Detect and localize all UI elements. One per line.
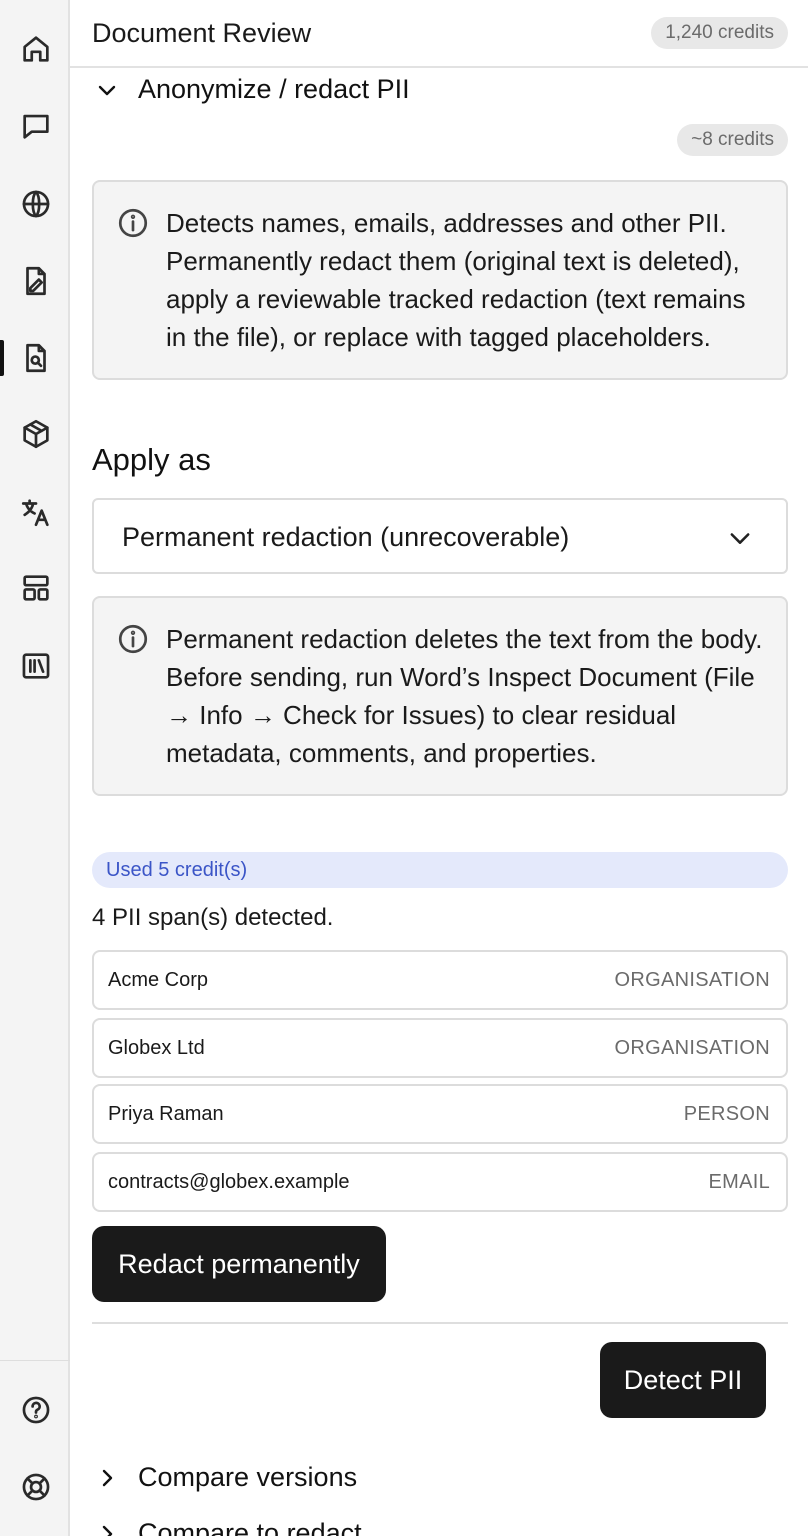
pii-span-text: contracts@globex.example <box>108 1171 350 1193</box>
pii-span-type: EMAIL <box>708 1171 770 1193</box>
warning-box: Permanent redaction deletes the text fro… <box>92 596 788 796</box>
chevron-down-icon <box>726 524 754 552</box>
active-indicator <box>0 340 4 376</box>
sidebar <box>0 0 70 1536</box>
warning-text: Permanent redaction deletes the text fro… <box>166 624 763 768</box>
sidebar-divider <box>0 1360 70 1361</box>
apply-as-select[interactable]: Permanent redaction (unrecoverable) <box>92 498 788 574</box>
redact-permanently-button[interactable]: Redact permanently <box>92 1226 386 1302</box>
home-icon[interactable] <box>17 30 55 68</box>
globe-icon[interactable] <box>17 185 55 223</box>
pii-span-type: PERSON <box>683 1103 770 1125</box>
pii-span-text: Priya Raman <box>108 1103 224 1125</box>
pii-span-row[interactable]: Acme Corp ORGANISATION <box>92 950 788 1010</box>
pii-span-type: ORGANISATION <box>614 969 770 991</box>
help-icon[interactable] <box>17 1391 55 1429</box>
document-search-icon[interactable] <box>17 339 55 377</box>
page-title: Document Review <box>92 18 312 48</box>
pii-span-row[interactable]: Globex Ltd ORGANISATION <box>92 1018 788 1078</box>
info-icon <box>116 206 150 240</box>
layout-icon[interactable] <box>17 569 55 607</box>
description-text: Detects names, emails, addresses and oth… <box>166 208 746 352</box>
header: Document Review 1,240 credits <box>70 0 808 68</box>
pii-span-row[interactable]: contracts@globex.example EMAIL <box>92 1152 788 1212</box>
section-title: Compare to redact <box>138 1518 362 1536</box>
detect-pii-button[interactable]: Detect PII <box>600 1342 766 1418</box>
section-compare-versions-toggle[interactable]: Compare versions <box>92 1462 357 1493</box>
cost-badge: ~8 credits <box>677 124 788 156</box>
section-divider <box>92 1322 788 1324</box>
apply-as-label: Apply as <box>92 442 211 477</box>
pii-span-type: ORGANISATION <box>614 1037 770 1059</box>
cube-icon[interactable] <box>17 415 55 453</box>
section-anonymize-toggle[interactable]: Anonymize / redact PII <box>92 74 410 105</box>
document-edit-icon[interactable] <box>17 262 55 300</box>
chevron-right-icon <box>92 1463 122 1493</box>
chat-icon[interactable] <box>17 107 55 145</box>
spans-detected-count: 4 PII span(s) detected. <box>92 904 334 931</box>
chevron-down-icon <box>92 75 122 105</box>
section-title: Compare versions <box>138 1462 358 1492</box>
support-icon[interactable] <box>17 1468 55 1506</box>
pii-span-text: Globex Ltd <box>108 1037 205 1059</box>
section-compare-to-redact-toggle[interactable]: Compare to redact <box>92 1518 362 1536</box>
credits-balance-badge: 1,240 credits <box>651 17 788 49</box>
pii-span-text: Acme Corp <box>108 969 209 991</box>
main-panel: Document Review 1,240 credits Anonymize … <box>70 0 808 1536</box>
chevron-right-icon <box>92 1519 122 1536</box>
info-icon <box>116 622 150 656</box>
translate-icon[interactable] <box>17 493 55 531</box>
library-icon[interactable] <box>17 647 55 685</box>
pii-span-row[interactable]: Priya Raman PERSON <box>92 1084 788 1144</box>
credits-used-badge: Used 5 credit(s) <box>92 852 788 888</box>
section-title: Anonymize / redact PII <box>138 74 410 104</box>
apply-as-value: Permanent redaction (unrecoverable) <box>122 522 570 552</box>
description-box: Detects names, emails, addresses and oth… <box>92 180 788 380</box>
